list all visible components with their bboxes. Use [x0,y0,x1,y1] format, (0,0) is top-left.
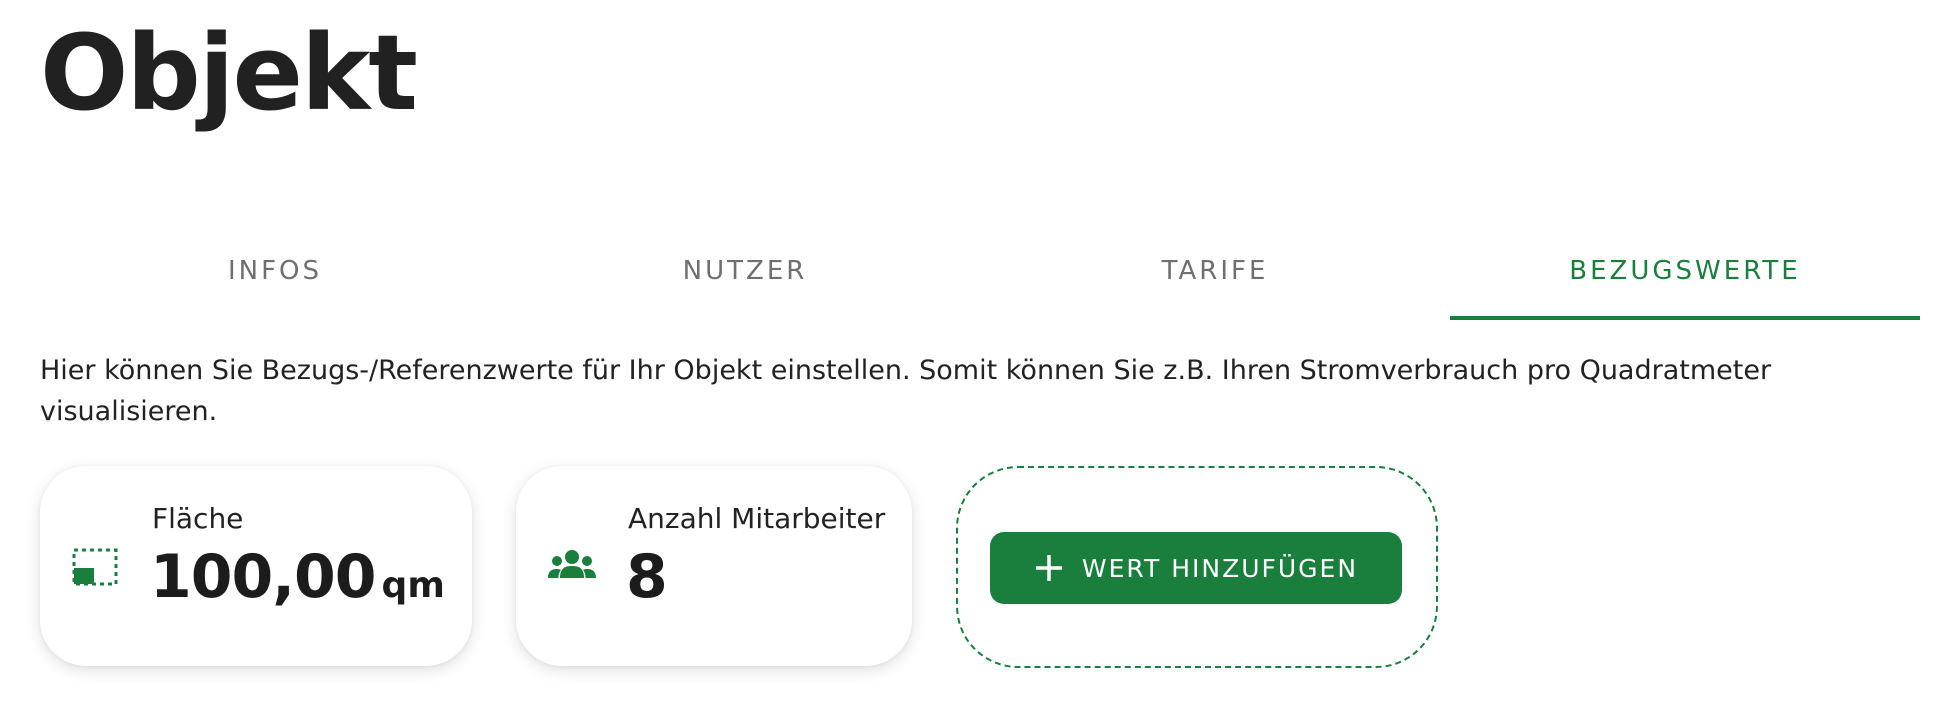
tab-label: TARIFE [1161,256,1269,286]
reference-label: Fläche [152,502,244,535]
value-unit: qm [381,565,445,606]
reference-value: 100,00 qm [150,542,445,612]
reference-values-page: Objekt INFOS NUTZER TARIFE BEZUGSWERTE H… [0,0,1944,724]
tab-infos[interactable]: INFOS [40,236,510,320]
add-value-label: WERT HINZUFÜGEN [1081,553,1359,583]
area-icon [72,548,118,586]
tab-label: BEZUGSWERTE [1569,256,1801,286]
page-title: Objekt [40,12,418,134]
description-text: Hier können Sie Bezugs-/Referenzwerte fü… [40,355,1772,427]
reference-value: 8 [626,542,668,612]
tab-tarife[interactable]: TARIFE [980,236,1450,320]
add-value-dropzone: WERT HINZUFÜGEN [956,466,1438,668]
tab-label: INFOS [227,256,323,286]
add-value-button[interactable]: WERT HINZUFÜGEN [990,532,1402,604]
reference-card-employees[interactable]: Anzahl Mitarbeiter 8 [516,466,912,666]
tab-nutzer[interactable]: NUTZER [510,236,980,320]
reference-label: Anzahl Mitarbeiter [628,502,886,535]
tab-bezugswerte[interactable]: BEZUGSWERTE [1450,236,1920,320]
reference-card-area[interactable]: Fläche 100,00 qm [40,466,472,666]
people-icon [548,550,596,578]
plus-icon [1035,555,1062,581]
value-number: 100,00 [150,542,377,612]
tab-label: NUTZER [682,256,808,286]
value-number: 8 [626,542,668,612]
tab-bar: INFOS NUTZER TARIFE BEZUGSWERTE [40,236,1920,320]
